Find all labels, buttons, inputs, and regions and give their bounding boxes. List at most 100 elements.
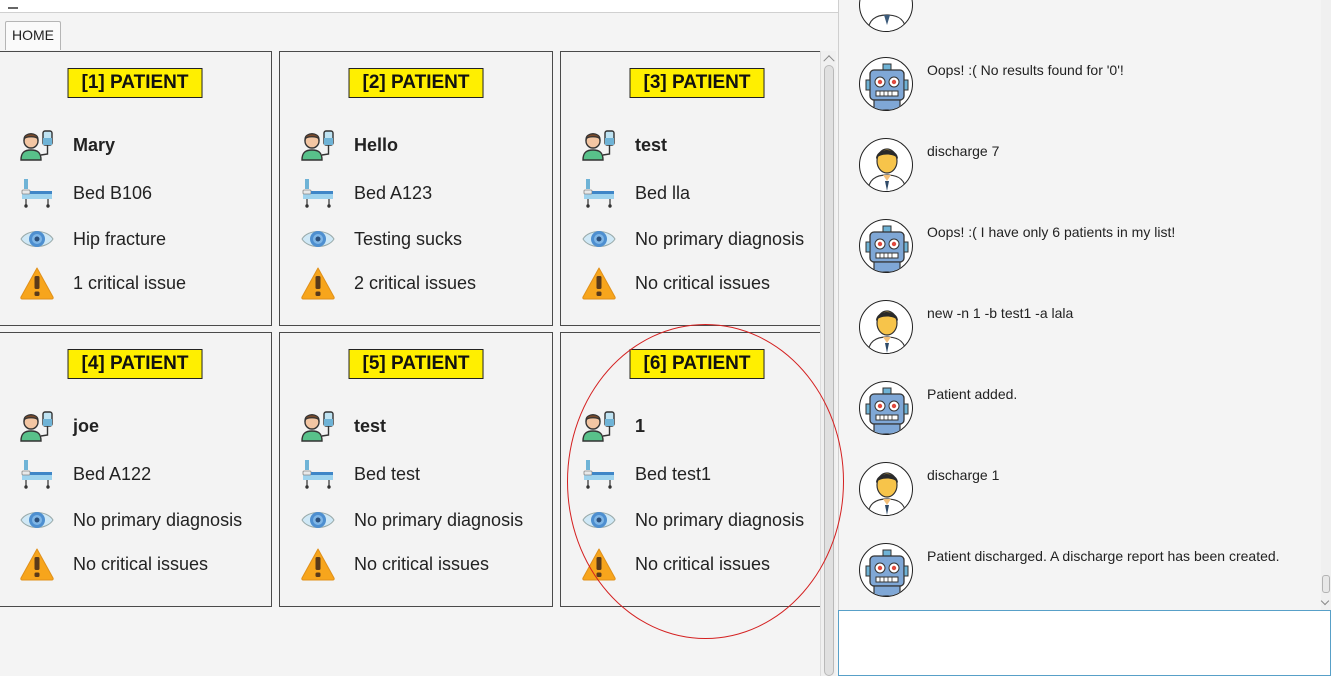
hospital-bed-icon: [19, 176, 59, 210]
patient-bed-row: Bed B106: [19, 176, 152, 210]
patient-diagnosis: Hip fracture: [73, 228, 167, 249]
patient-bed-row: Bed lla: [581, 176, 690, 210]
chat-message-text: discharge 7: [927, 143, 1000, 159]
patient-iv-icon: [300, 409, 340, 443]
chat-message: Oops! :( I have only 6 patients in my li…: [859, 219, 1319, 279]
patient-critical: 1 critical issue: [73, 272, 187, 293]
patient-diagnosis-row: Hip fracture: [19, 222, 166, 256]
hospital-bed-icon: [581, 176, 621, 210]
patient-bed: Bed test1: [635, 463, 712, 484]
patient-bed-row: Bed A123: [300, 176, 432, 210]
warning-icon: [300, 547, 340, 581]
patient-name-row: test: [581, 128, 667, 162]
patient-bed: Bed A122: [73, 463, 152, 484]
patient-critical-row: No critical issues: [19, 547, 208, 581]
patient-critical-row: 2 critical issues: [300, 266, 476, 300]
patient-diagnosis: No primary diagnosis: [73, 509, 243, 530]
window-top-strip: [0, 0, 838, 13]
chat-message: Patient discharged. A discharge report h…: [859, 543, 1319, 603]
patient-bed: Bed test: [354, 463, 421, 484]
eye-icon: [19, 222, 59, 256]
patient-bed-row: Bed A122: [19, 457, 151, 491]
warning-icon: [581, 266, 621, 300]
warning-icon: [300, 266, 340, 300]
patient-iv-icon: [300, 128, 340, 162]
patient-card[interactable]: [5] PATIENT test Bed test No primary dia…: [279, 332, 553, 607]
chat-scrollbar[interactable]: [1320, 0, 1331, 610]
patient-card[interactable]: [3] PATIENT test Bed lla No primary diag…: [560, 51, 834, 326]
tab-home[interactable]: HOME: [5, 21, 61, 50]
command-input[interactable]: [838, 610, 1331, 676]
patient-critical-row: No critical issues: [581, 547, 770, 581]
chat-message: Patient added.: [859, 381, 1319, 441]
patient-card[interactable]: [1] PATIENT Mary Bed B106 Hip fracture 1…: [0, 51, 272, 326]
hospital-bed-icon: [300, 176, 340, 210]
chat-message-text: Patient discharged. A discharge report h…: [927, 548, 1280, 564]
patient-critical: No critical issues: [73, 553, 209, 574]
patient-name: Mary: [73, 134, 116, 155]
chat-scroll-thumb[interactable]: [1322, 575, 1330, 593]
patient-critical: No critical issues: [354, 553, 490, 574]
patient-name: test: [635, 134, 668, 155]
chat-panel: Oops! :( No results found for '0'! disch…: [838, 0, 1331, 610]
robot-avatar-icon: [859, 381, 913, 435]
chat-message-partial: [859, 0, 1319, 38]
user-avatar-icon: [859, 138, 913, 192]
patient-diagnosis-row: No primary diagnosis: [19, 503, 242, 537]
grid-scroll-thumb[interactable]: [824, 65, 834, 676]
robot-avatar-icon: [859, 57, 913, 111]
user-avatar-icon: [859, 462, 913, 516]
chat-message: Oops! :( No results found for '0'!: [859, 57, 1319, 117]
patient-card[interactable]: [6] PATIENT 1 Bed test1 No primary diagn…: [560, 332, 834, 607]
warning-icon: [581, 547, 621, 581]
eye-icon: [581, 222, 621, 256]
patient-diagnosis: No primary diagnosis: [354, 509, 524, 530]
patient-card[interactable]: [4] PATIENT joe Bed A122 No primary diag…: [0, 332, 272, 607]
patient-name-row: Hello: [300, 128, 398, 162]
user-avatar-icon: [859, 0, 913, 32]
patient-name: joe: [73, 415, 100, 436]
patient-name: test: [354, 415, 387, 436]
patient-diagnosis-row: No primary diagnosis: [581, 503, 804, 537]
patient-name-row: test: [300, 409, 386, 443]
patient-diagnosis: No primary diagnosis: [635, 228, 805, 249]
grid-scrollbar[interactable]: [820, 51, 836, 676]
hospital-bed-icon: [300, 457, 340, 491]
robot-avatar-icon: [859, 219, 913, 273]
chat-message-text: Oops! :( I have only 6 patients in my li…: [927, 224, 1176, 240]
eye-icon: [300, 222, 340, 256]
patient-iv-icon: [581, 409, 621, 443]
chat-message-text: Oops! :( No results found for '0'!: [927, 62, 1124, 78]
patient-name: Hello: [354, 134, 399, 155]
hospital-bed-icon: [19, 457, 59, 491]
chat-message: discharge 7: [859, 138, 1319, 198]
patient-name-row: 1: [581, 409, 645, 443]
patient-card-header: [6] PATIENT: [629, 349, 765, 379]
warning-icon: [19, 547, 59, 581]
patient-critical: No critical issues: [635, 553, 771, 574]
patient-diagnosis-row: No primary diagnosis: [300, 503, 523, 537]
warning-icon: [19, 266, 59, 300]
patient-bed: Bed lla: [635, 182, 691, 203]
chat-message: discharge 1: [859, 462, 1319, 522]
chat-message: new -n 1 -b test1 -a lala: [859, 300, 1319, 360]
patient-iv-icon: [19, 409, 59, 443]
robot-avatar-icon: [859, 543, 913, 597]
patient-critical-row: 1 critical issue: [19, 266, 186, 300]
patient-iv-icon: [19, 128, 59, 162]
patient-card-header: [1] PATIENT: [67, 68, 203, 98]
patient-diagnosis-row: No primary diagnosis: [581, 222, 804, 256]
patient-critical: No critical issues: [635, 272, 771, 293]
patient-card[interactable]: [2] PATIENT Hello Bed A123 Testing sucks…: [279, 51, 553, 326]
scroll-down-arrow-icon[interactable]: [1320, 596, 1330, 606]
eye-icon: [19, 503, 59, 537]
chat-message-text: discharge 1: [927, 467, 1000, 483]
patient-bed-row: Bed test1: [581, 457, 711, 491]
patient-card-header: [2] PATIENT: [348, 68, 484, 98]
patient-iv-icon: [581, 128, 621, 162]
patient-name-row: joe: [19, 409, 99, 443]
patient-diagnosis: No primary diagnosis: [635, 509, 805, 530]
patient-card-header: [3] PATIENT: [629, 68, 765, 98]
patient-bed: Bed A123: [354, 182, 433, 203]
chat-message-text: new -n 1 -b test1 -a lala: [927, 305, 1074, 321]
